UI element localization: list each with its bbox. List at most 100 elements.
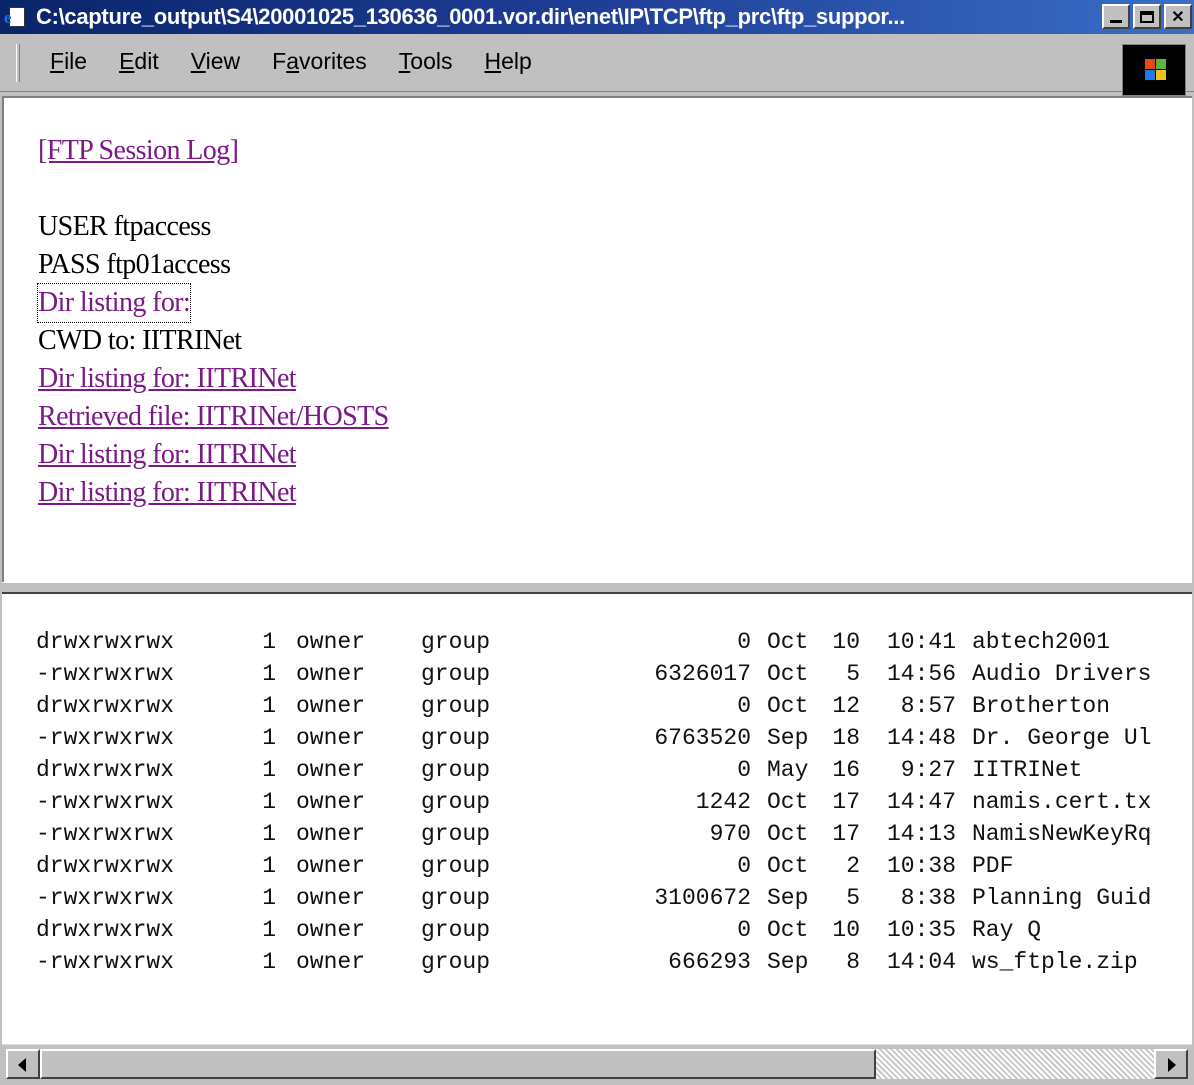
listing-row: -rwxrwxrwx 1 owner group 6763520 Sep 18 14:48 Dr… [36, 722, 1151, 754]
horizontal-scrollbar[interactable] [2, 1044, 1192, 1082]
log-entry-text: Dir listing for: [36, 283, 192, 323]
month-cell: Oct [767, 661, 809, 687]
log-entry-link[interactable]: Dir listing for: IITRINet [38, 360, 389, 398]
listing-row: -rwxrwxrwx 1 owner group 3100672 Sep 5 8:38 Plan… [36, 882, 1151, 914]
link-count-cell: 1 [262, 789, 276, 815]
day-cell: 17 [832, 821, 860, 847]
listing-row: drwxrwxrwx 1 owner group 0 Oct 10 10:41 abtech20… [36, 626, 1151, 658]
month-cell: Sep [767, 885, 809, 911]
ie-app-icon[interactable]: e [4, 4, 30, 30]
group-cell: group [421, 949, 491, 975]
link-count-cell: 1 [262, 885, 276, 911]
scroll-right-button[interactable] [1154, 1049, 1188, 1079]
menu-accelerator-key: H [484, 48, 502, 74]
day-cell: 16 [832, 757, 860, 783]
day-cell: 17 [832, 789, 860, 815]
link-count-cell: 1 [262, 693, 276, 719]
link-count-cell: 1 [262, 757, 276, 783]
day-cell: 5 [846, 661, 860, 687]
file-size-cell: 1242 [695, 789, 751, 815]
menu-label-part: ools [410, 48, 453, 74]
arrow-left-icon [18, 1058, 26, 1072]
owner-cell: owner [296, 693, 366, 719]
listing-row: -rwxrwxrwx 1 owner group 970 Oct 17 14:13 NamisN… [36, 818, 1151, 850]
menu-item[interactable]: Tools [399, 48, 453, 75]
link-count-cell: 1 [262, 949, 276, 975]
owner-cell: owner [296, 757, 366, 783]
toolbar-grip[interactable] [16, 44, 20, 82]
link-count-cell: 1 [262, 725, 276, 751]
permissions-cell: drwxrwxrwx [36, 693, 175, 719]
month-cell: Oct [767, 853, 809, 879]
permissions-cell: drwxrwxrwx [36, 629, 175, 655]
session-log-frame: [FTP Session Log] USER ftpaccess PASS ftp… [2, 96, 1192, 582]
permissions-cell: -rwxrwxrwx [36, 725, 175, 751]
directory-listing: drwxrwxrwx 1 owner group 0 Oct 10 10:41 abtech20… [36, 626, 1151, 978]
menu-label-part: vorites [299, 48, 367, 74]
owner-cell: owner [296, 661, 366, 687]
close-button[interactable]: ✕ [1164, 4, 1192, 29]
permissions-cell: -rwxrwxrwx [36, 821, 175, 847]
scroll-left-button[interactable] [6, 1049, 40, 1079]
file-name-cell: Planning Guid [972, 885, 1152, 911]
link-count-cell: 1 [262, 821, 276, 847]
group-cell: group [421, 853, 491, 879]
file-size-cell: 6763520 [654, 725, 751, 751]
file-name-cell: NamisNewKeyRq [972, 821, 1152, 847]
menu-label-part: iew [205, 48, 241, 74]
minimize-button[interactable] [1102, 4, 1130, 29]
menu-label-part: dit [134, 48, 159, 74]
permissions-cell: drwxrwxrwx [36, 917, 175, 943]
month-cell: May [767, 757, 809, 783]
window-title: C:\capture_output\S4\20001025_130636_000… [36, 4, 905, 29]
frame-splitter[interactable] [2, 582, 1192, 594]
day-cell: 10 [832, 917, 860, 943]
time-cell: 10:35 [886, 917, 956, 943]
time-cell: 10:38 [886, 853, 956, 879]
menu-item[interactable]: File [50, 48, 87, 75]
menu-item[interactable]: Edit [119, 48, 159, 75]
log-entry-link[interactable]: Dir listing for: IITRINet [38, 436, 389, 474]
time-cell: 14:13 [886, 821, 956, 847]
group-cell: group [421, 661, 491, 687]
day-cell: 10 [832, 629, 860, 655]
group-cell: group [421, 629, 491, 655]
scroll-thumb[interactable] [40, 1049, 876, 1079]
menu-item[interactable]: View [191, 48, 240, 75]
listing-row: drwxrwxrwx 1 owner group 0 May 16 9:27 IITRINet [36, 754, 1151, 786]
maximize-button[interactable] [1133, 4, 1161, 29]
session-log-heading-link[interactable]: [FTP Session Log] [38, 132, 389, 170]
menu-label-part: F [272, 48, 287, 74]
month-cell: Oct [767, 693, 809, 719]
month-cell: Oct [767, 789, 809, 815]
listing-row: drwxrwxrwx 1 owner group 0 Oct 12 8:57 Brotherto… [36, 690, 1151, 722]
log-entry-link[interactable]: Dir listing for: IITRINet [38, 474, 389, 512]
file-name-cell: ws_ftple.zip [972, 949, 1138, 975]
group-cell: group [421, 693, 491, 719]
owner-cell: owner [296, 789, 366, 815]
log-entry-link[interactable]: Retrieved file: IITRINet/HOSTS [38, 398, 389, 436]
month-cell: Sep [767, 725, 809, 751]
group-cell: group [421, 885, 491, 911]
group-cell: group [421, 821, 491, 847]
menu-label-part: ile [64, 48, 88, 74]
log-entry: PASS ftp01access [38, 249, 231, 280]
title-bar[interactable]: e C:\capture_output\S4\20001025_130636_0… [0, 0, 1194, 34]
month-cell: Oct [767, 917, 809, 943]
owner-cell: owner [296, 821, 366, 847]
menu-item[interactable]: Help [484, 48, 531, 75]
log-entry-link[interactable]: Dir listing for: [36, 283, 389, 323]
file-size-cell: 970 [709, 821, 751, 847]
permissions-cell: -rwxrwxrwx [36, 885, 175, 911]
day-cell: 5 [846, 885, 860, 911]
group-cell: group [421, 757, 491, 783]
owner-cell: owner [296, 725, 366, 751]
file-size-cell: 3100672 [654, 885, 751, 911]
time-cell: 14:48 [886, 725, 956, 751]
owner-cell: owner [296, 949, 366, 975]
menu-accelerator-key: a [286, 48, 300, 74]
time-cell: 14:47 [886, 789, 956, 815]
menu-item[interactable]: Favorites [272, 48, 367, 75]
month-cell: Oct [767, 821, 809, 847]
file-size-cell: 0 [737, 757, 751, 783]
